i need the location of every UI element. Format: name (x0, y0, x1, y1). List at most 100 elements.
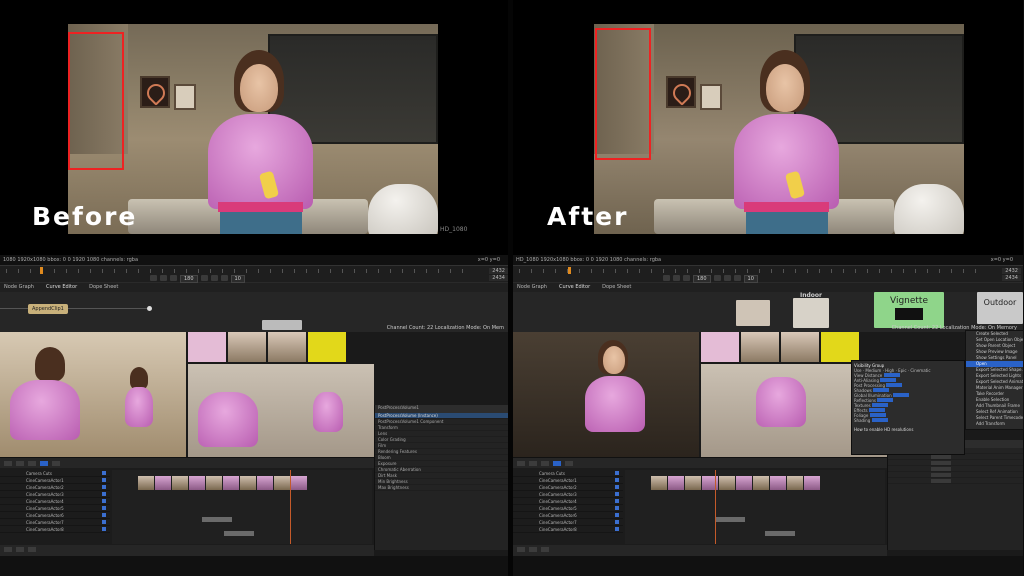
row-option[interactable] (869, 413, 886, 417)
shot-thumb[interactable] (770, 476, 786, 490)
shot-thumb[interactable] (804, 476, 820, 490)
key-icon[interactable] (553, 460, 561, 466)
thumb-2[interactable] (228, 332, 266, 362)
shot-thumb[interactable] (223, 476, 239, 490)
tab-dope-sheet[interactable]: Dope Sheet (89, 284, 118, 291)
track-row[interactable]: CineCameraActor4 (0, 498, 110, 505)
first-frame-button[interactable] (150, 275, 157, 281)
track-row[interactable]: CineCameraActor5 (513, 505, 623, 512)
tab-curve-editor[interactable]: Curve Editor (559, 284, 590, 291)
seq-play-button[interactable] (529, 547, 537, 552)
menu-item[interactable]: Add Transform (966, 421, 1023, 427)
indoor-thumb[interactable] (793, 298, 829, 328)
thumb-1[interactable] (701, 332, 739, 362)
track-toggle[interactable] (615, 506, 619, 510)
thumb-4[interactable] (308, 332, 346, 362)
seq-loop-button[interactable] (541, 547, 549, 552)
track-row[interactable]: CineCameraActor1 (0, 477, 110, 484)
shot-thumb[interactable] (240, 476, 256, 490)
filter-icon[interactable] (28, 460, 36, 466)
viewport-main[interactable] (0, 332, 186, 457)
track-toggle[interactable] (615, 485, 619, 489)
track-toggle[interactable] (615, 499, 619, 503)
track-toggle[interactable] (102, 471, 106, 475)
sequencer-playhead[interactable] (715, 470, 716, 544)
snap-icon[interactable] (565, 460, 573, 466)
seq-first-button[interactable] (517, 547, 525, 552)
thumb-3[interactable] (781, 332, 819, 362)
track-row[interactable]: CineCameraActor8 (0, 526, 110, 533)
track-row[interactable]: CineCameraActor3 (513, 491, 623, 498)
timeline[interactable]: 180 10 2432 2434 (0, 265, 510, 283)
first-frame-button[interactable] (663, 275, 670, 281)
track-row[interactable]: CineCameraActor3 (0, 491, 110, 498)
next-frame-button[interactable] (210, 275, 218, 281)
tab-curve-editor[interactable]: Curve Editor (46, 284, 77, 291)
track-row[interactable]: CineCameraActor1 (513, 477, 623, 484)
row-option[interactable] (877, 398, 894, 402)
shot-thumb[interactable] (257, 476, 273, 490)
row-option[interactable] (886, 383, 903, 387)
save-icon[interactable] (4, 460, 12, 466)
range-end-a[interactable]: 2432 (1002, 268, 1021, 274)
append-clip-node[interactable]: AppendClip1 (28, 304, 68, 314)
track-row[interactable]: CineCameraActor6 (0, 512, 110, 519)
value-field[interactable] (931, 455, 951, 459)
range-end-b[interactable]: 2434 (1002, 275, 1021, 281)
track-row[interactable]: CineCameraActor4 (513, 498, 623, 505)
increment-field[interactable]: 10 (230, 275, 245, 283)
row-option[interactable] (880, 378, 897, 382)
play-back-button[interactable] (683, 275, 690, 281)
details-row[interactable] (888, 478, 1023, 484)
snap-icon[interactable] (52, 460, 60, 466)
before-viewer[interactable]: Before HD_1080 (0, 0, 510, 255)
play-button[interactable] (200, 275, 208, 281)
track-row[interactable]: CineCameraActor5 (0, 505, 110, 512)
node-graph[interactable]: Indoor Vignette Outdoor Channel Count: 2… (513, 292, 1023, 332)
play-back-button[interactable] (170, 275, 177, 281)
details-row[interactable]: Max Brightness (375, 485, 510, 491)
track-toggle[interactable] (102, 513, 106, 517)
track-row[interactable]: Camera Cuts (0, 470, 110, 477)
shot-thumb[interactable] (155, 476, 171, 490)
frame-field[interactable]: 180 (180, 275, 198, 283)
thumb-4[interactable] (821, 332, 859, 362)
section-bar[interactable] (765, 531, 795, 536)
shot-thumb[interactable] (651, 476, 667, 490)
tab-dope-sheet[interactable]: Dope Sheet (602, 284, 631, 291)
thumb-1[interactable] (188, 332, 226, 362)
node-thumb[interactable] (736, 300, 770, 326)
add-track-icon[interactable] (16, 460, 24, 466)
tab-node-graph[interactable]: Node Graph (4, 284, 34, 291)
seq-play-button[interactable] (16, 547, 24, 552)
thumb-2[interactable] (741, 332, 779, 362)
track-toggle[interactable] (615, 513, 619, 517)
track-toggle[interactable] (615, 478, 619, 482)
section-bar[interactable] (715, 517, 745, 522)
playhead[interactable] (40, 267, 43, 274)
row-option[interactable] (873, 388, 890, 392)
viewport-main[interactable] (513, 332, 699, 457)
save-icon[interactable] (517, 460, 525, 466)
track-row[interactable]: CineCameraActor8 (513, 526, 623, 533)
outdoor-node[interactable]: Outdoor (977, 292, 1023, 324)
seq-first-button[interactable] (4, 547, 12, 552)
track-toggle[interactable] (102, 492, 106, 496)
shot-thumb[interactable] (138, 476, 154, 490)
shot-strip[interactable] (138, 476, 307, 490)
key-icon[interactable] (40, 460, 48, 466)
track-area[interactable] (112, 470, 372, 544)
shot-thumb[interactable] (668, 476, 684, 490)
timeline-ruler[interactable] (6, 269, 470, 273)
last-frame-button[interactable] (220, 275, 228, 281)
sequencer-playhead[interactable] (290, 470, 291, 544)
shot-thumb[interactable] (685, 476, 701, 490)
row-option[interactable] (883, 373, 900, 377)
value-field[interactable] (931, 467, 951, 471)
shot-thumb[interactable] (787, 476, 803, 490)
thumb-3[interactable] (268, 332, 306, 362)
vignette-node[interactable]: Vignette (874, 292, 944, 328)
shot-thumb[interactable] (753, 476, 769, 490)
value-field[interactable] (931, 461, 951, 465)
shot-thumb[interactable] (719, 476, 735, 490)
